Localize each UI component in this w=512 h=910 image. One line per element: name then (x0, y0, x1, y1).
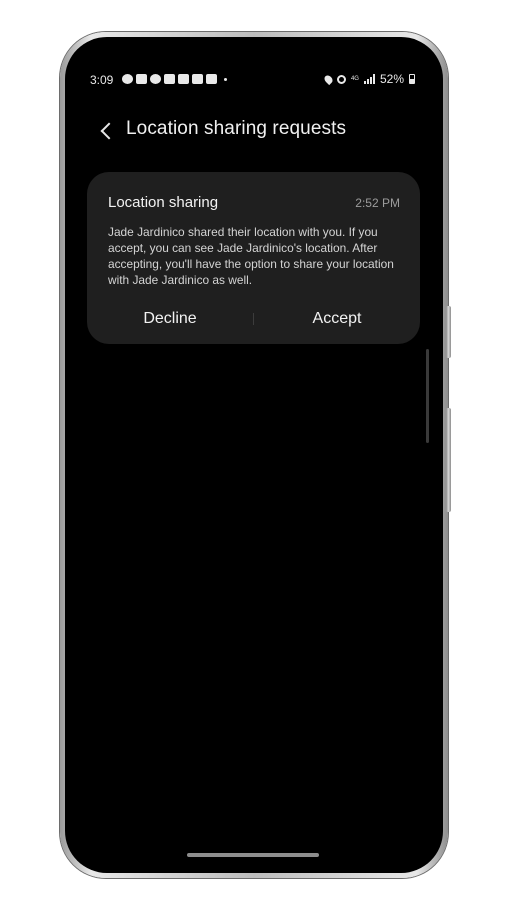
scrollbar[interactable] (426, 349, 429, 443)
page-title: Location sharing requests (126, 118, 347, 139)
card-message: Jade Jardinico shared their location wit… (108, 225, 394, 287)
home-indicator[interactable] (187, 853, 319, 857)
power-button (446, 408, 451, 512)
location-icon (322, 73, 335, 85)
youtube-icon (206, 74, 217, 84)
app-header: Location sharing requests (65, 113, 443, 149)
card-timestamp: 2:52 PM (355, 196, 400, 210)
back-button[interactable] (95, 118, 119, 144)
status-time: 3:09 (90, 73, 114, 87)
battery-percent: 52% (379, 72, 404, 86)
chevron-left-icon (100, 122, 118, 140)
battery-icon (409, 74, 415, 84)
screen: 3:09 4G 52% Location sharing requests Lo… (65, 37, 443, 873)
minus-circle-icon (122, 74, 133, 84)
location-sharing-card: Location sharing 2:52 PM Jade Jardinico … (87, 172, 420, 344)
decline-button[interactable]: Decline (87, 310, 253, 328)
youtube-icon (192, 74, 203, 84)
dot-icon (224, 77, 227, 81)
gallery-icon (164, 74, 175, 84)
card-title: Location sharing (108, 194, 219, 211)
accept-button[interactable]: Accept (254, 310, 420, 328)
hotspot-icon (336, 74, 346, 84)
notification-icons (122, 74, 227, 84)
status-bar: 3:09 4G 52% (65, 37, 443, 123)
image-icon (178, 74, 189, 84)
card-actions: Decline Accept (87, 304, 420, 334)
status-right: 4G 52% (322, 72, 415, 86)
lte-icon: 4G (350, 76, 359, 82)
volume-button (446, 306, 451, 358)
screenshot-icon (136, 74, 147, 84)
signal-icon (363, 74, 375, 84)
headset-icon (150, 74, 161, 84)
